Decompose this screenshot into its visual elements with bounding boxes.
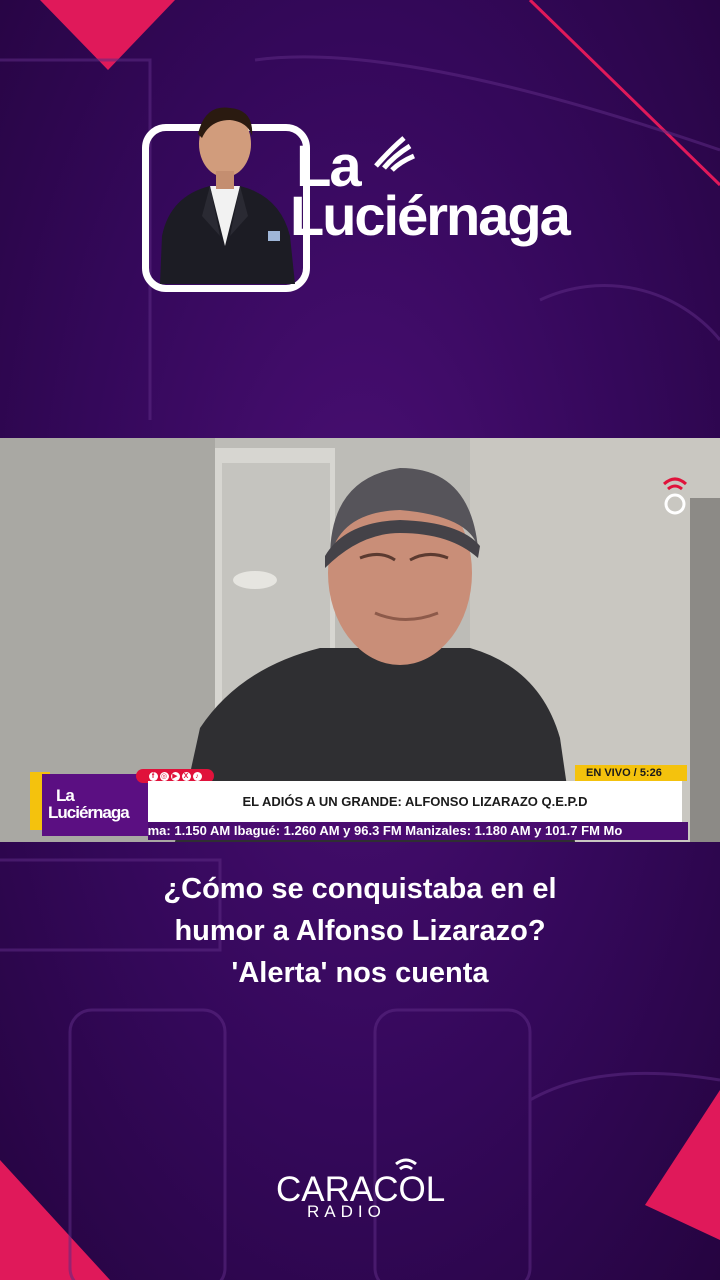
ticker-text: ima: 1.150 AM Ibagué: 1.260 AM y 96.3 FM… <box>148 823 623 838</box>
caracol-radio-label: RADIO <box>307 1202 386 1221</box>
show-logo: La Luciérnaga <box>0 0 720 430</box>
x-icon[interactable]: X <box>181 771 191 781</box>
caption-line-1: ¿Cómo se conquistaba en el <box>163 873 557 905</box>
live-badge: EN VIVO / 5:26 <box>575 765 687 781</box>
tiktok-icon[interactable]: ♪ <box>192 771 202 781</box>
host-photo <box>160 107 295 284</box>
caption-line-2: humor a Alfonso Lizarazo? <box>174 915 546 947</box>
live-time: 5:26 <box>639 767 662 779</box>
signal-icon <box>374 136 415 172</box>
facebook-icon[interactable]: f <box>148 771 158 781</box>
lower-third-logo-name: Luciérnaga <box>48 803 130 822</box>
instagram-icon[interactable]: ◎ <box>159 771 169 781</box>
caracol-logo-icon <box>395 1158 417 1171</box>
live-label: EN VIVO / <box>586 767 637 779</box>
headline-text: EL ADIÓS A UN GRANDE: ALFONSO LIZARAZO Q… <box>242 794 588 809</box>
live-signal-icon <box>662 477 688 515</box>
caption: ¿Cómo se conquistaba en el humor a Alfon… <box>60 868 660 994</box>
youtube-icon[interactable]: ▶ <box>170 771 180 781</box>
caption-line-3: 'Alerta' nos cuenta <box>231 957 489 989</box>
brand-name: Luciérnaga <box>290 184 571 247</box>
